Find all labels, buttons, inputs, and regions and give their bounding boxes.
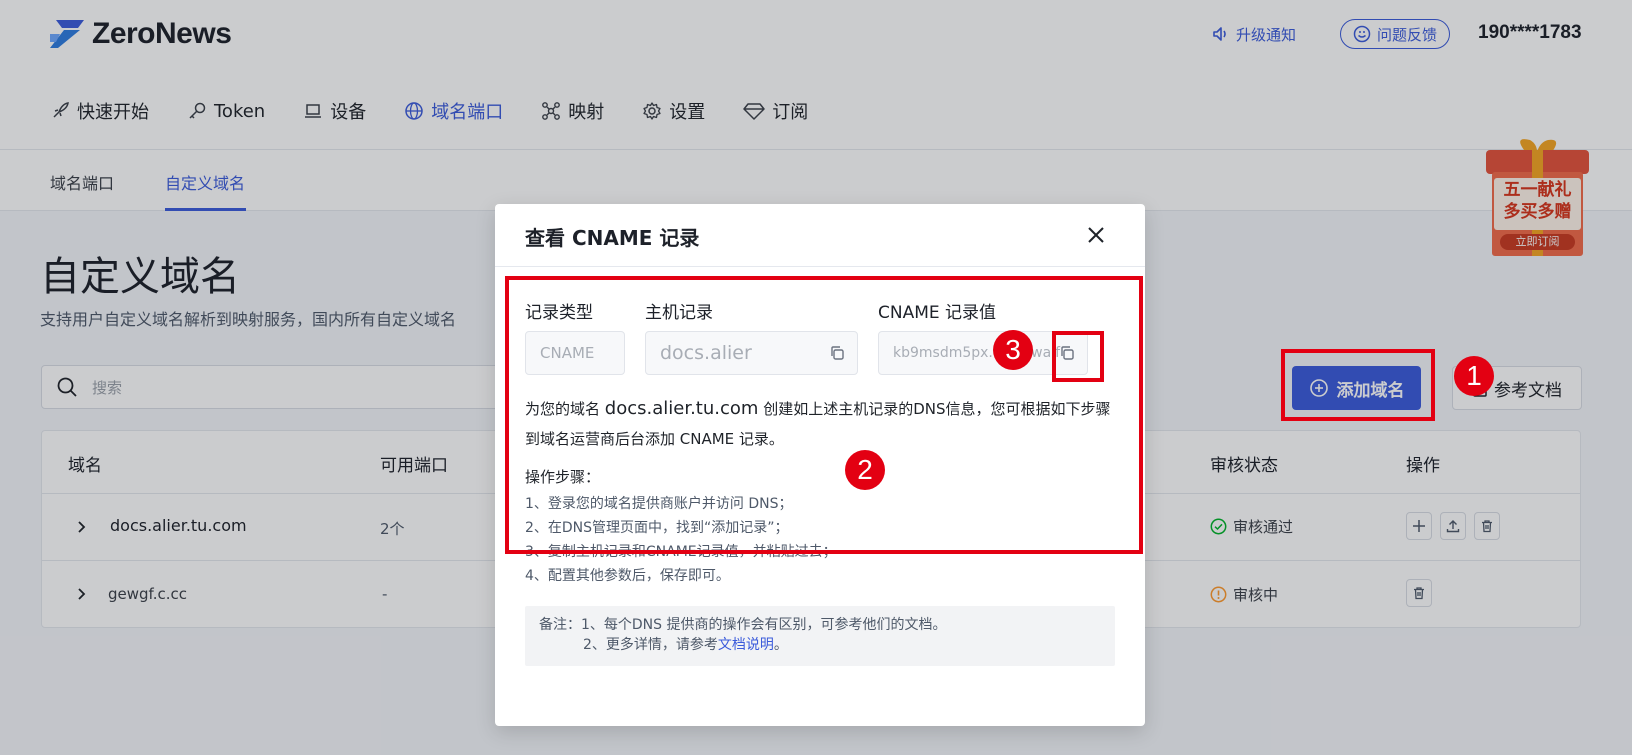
close-icon[interactable] — [1085, 224, 1107, 246]
annotation-badge-3: 3 — [993, 330, 1033, 370]
annotation-box-copy — [1052, 331, 1104, 382]
annotation-box-add-domain — [1281, 349, 1435, 421]
annotation-badge-2: 2 — [845, 450, 885, 490]
step-item: 4、配置其他参数后，保存即可。 — [525, 568, 730, 584]
note-line-1: 备注：1、每个DNS 提供商的操作会有区别，可参考他们的文档。 — [539, 617, 947, 633]
dialog-title: 查看 CNAME 记录 — [525, 226, 700, 250]
dialog-divider — [495, 266, 1145, 267]
docs-link[interactable]: 文档说明 — [718, 637, 774, 653]
note-line-2: 2、更多详情，请参考文档说明。 — [539, 635, 1101, 655]
note-line-2-suffix: 。 — [773, 637, 788, 653]
note-line-2-prefix: 2、更多详情，请参考 — [583, 637, 718, 653]
annotation-badge-1: 1 — [1454, 356, 1494, 396]
annotation-box-cname-info — [505, 276, 1143, 554]
note-box: 备注：1、每个DNS 提供商的操作会有区别，可参考他们的文档。 2、更多详情，请… — [525, 606, 1115, 666]
